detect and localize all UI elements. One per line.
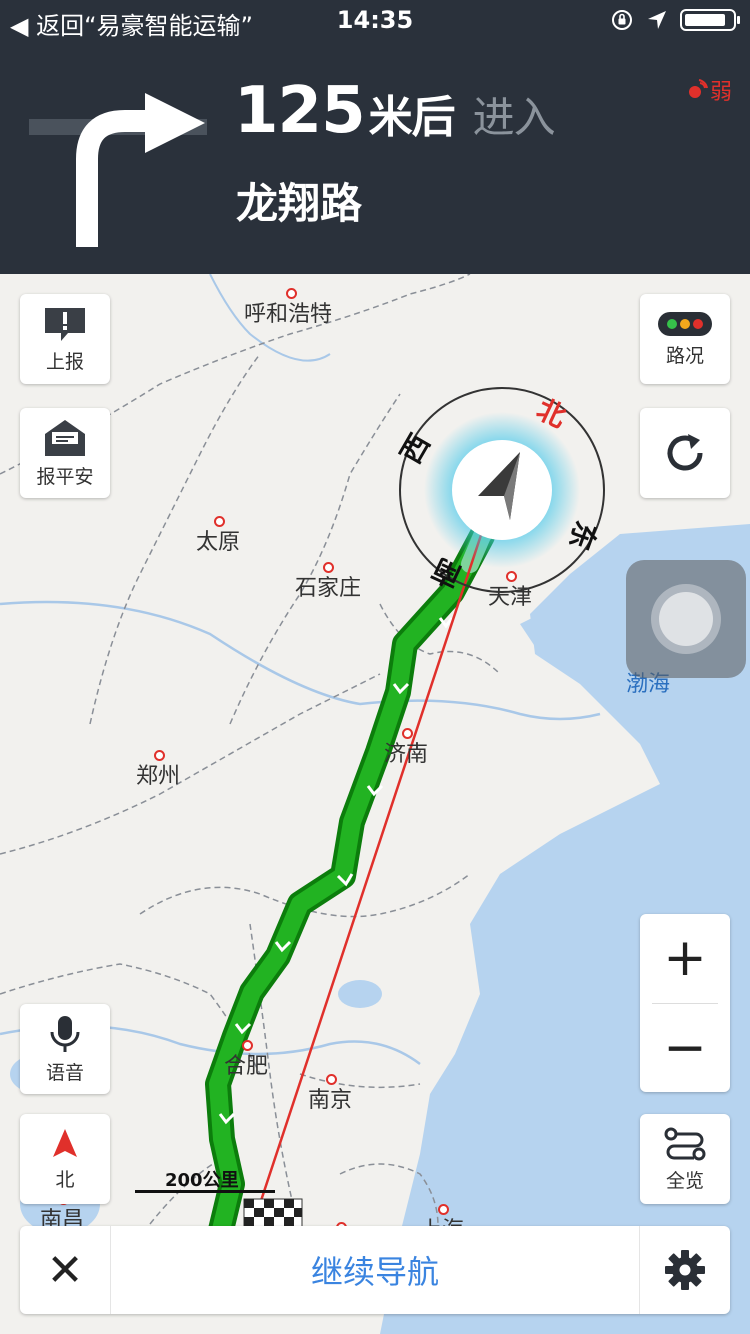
city-name: 南京 — [308, 1088, 353, 1113]
city-dot-icon — [214, 516, 225, 527]
battery-level — [685, 14, 725, 26]
location-icon — [648, 11, 666, 29]
city-label: 石家庄 — [295, 562, 362, 602]
city-dot-icon — [326, 1074, 337, 1085]
envelope-icon — [45, 419, 85, 456]
city-dot-icon — [286, 288, 297, 299]
zoom-control: + − — [640, 914, 730, 1092]
north-label: 北 — [55, 1168, 75, 1191]
city-name: 合肥 — [224, 1054, 269, 1079]
scale-label: 200公里 — [165, 1170, 239, 1191]
map-view[interactable]: 呼和浩特太原石家庄天津济南郑州合肥南京武汉南昌杭州上海 渤海 北 西 东 南 上… — [0, 274, 750, 1334]
map-canvas[interactable] — [0, 274, 750, 1334]
city-name: 济南 — [384, 742, 429, 767]
guidance-banner: 125米后 进入 龙翔路 弱 — [0, 44, 750, 274]
report-safe-button[interactable]: 报平安 — [20, 408, 110, 498]
gear-icon — [665, 1250, 705, 1290]
city-label: 郑州 — [136, 750, 181, 790]
river — [0, 600, 601, 721]
battery-icon — [680, 9, 740, 31]
compass-ring — [399, 387, 605, 593]
city-dot-icon — [154, 750, 165, 761]
lake — [338, 980, 382, 1008]
status-bar: ◀ 返回“易豪智能运输” 14:35 — [0, 0, 750, 44]
gps-signal-indicator: 弱 — [686, 74, 732, 106]
north-arrow-icon — [53, 1128, 77, 1157]
city-label: 合肥 — [224, 1040, 269, 1080]
signal-label: 弱 — [709, 80, 732, 105]
overview-label: 全览 — [665, 1169, 704, 1192]
status-icons — [610, 8, 740, 32]
city-dot-icon — [402, 728, 413, 739]
voice-button[interactable]: 语音 — [20, 1004, 110, 1094]
distance-to-turn: 125米后 进入 — [234, 74, 556, 148]
city-dot-icon — [323, 562, 334, 573]
distance-unit: 米后 — [368, 92, 456, 143]
report-icon — [45, 307, 85, 341]
voice-label: 语音 — [45, 1061, 84, 1084]
city-dot-icon — [242, 1040, 253, 1051]
city-name: 太原 — [196, 530, 241, 555]
city-dot-icon — [438, 1204, 449, 1215]
settings-button[interactable] — [640, 1226, 730, 1314]
city-name: 石家庄 — [295, 576, 362, 601]
zoom-in-button[interactable]: + — [640, 914, 730, 1002]
zoom-out-button[interactable]: − — [640, 1004, 730, 1092]
right-turn-arrow-icon — [29, 93, 207, 247]
city-name: 呼和浩特 — [244, 302, 333, 327]
city-name: 郑州 — [136, 764, 181, 789]
report-button[interactable]: 上报 — [20, 294, 110, 384]
assistive-touch-button[interactable] — [626, 560, 746, 678]
microphone-icon — [50, 1015, 80, 1052]
scale-bar: 200公里 — [135, 1166, 275, 1196]
traffic-label: 路况 — [665, 344, 704, 367]
overview-button[interactable]: 全览 — [640, 1114, 730, 1204]
report-label: 上报 — [45, 350, 84, 373]
city-label: 南京 — [308, 1074, 353, 1114]
traffic-light-icon — [658, 311, 712, 336]
compass: 北 西 东 南 — [394, 386, 606, 594]
bottom-action-bar: ✕ 继续导航 — [20, 1226, 730, 1314]
north-up-button[interactable]: 北 — [20, 1114, 110, 1204]
report-safe-label: 报平安 — [36, 465, 94, 488]
traffic-button[interactable]: 路况 — [640, 294, 730, 384]
turn-action: 进入 — [472, 93, 556, 142]
refresh-icon — [667, 434, 703, 471]
route-overview-icon — [664, 1127, 706, 1160]
city-label: 济南 — [384, 728, 429, 768]
next-road-name: 龙翔路 — [236, 179, 363, 228]
continue-navigation-button[interactable]: 继续导航 — [110, 1226, 640, 1314]
city-label: 呼和浩特 — [244, 288, 333, 328]
distance-value: 125 — [234, 74, 366, 148]
refresh-route-button[interactable] — [640, 408, 730, 498]
satellite-icon — [688, 79, 708, 98]
rotation-lock-icon — [612, 10, 632, 30]
city-label: 太原 — [196, 516, 241, 556]
exit-navigation-button[interactable]: ✕ — [20, 1226, 110, 1314]
